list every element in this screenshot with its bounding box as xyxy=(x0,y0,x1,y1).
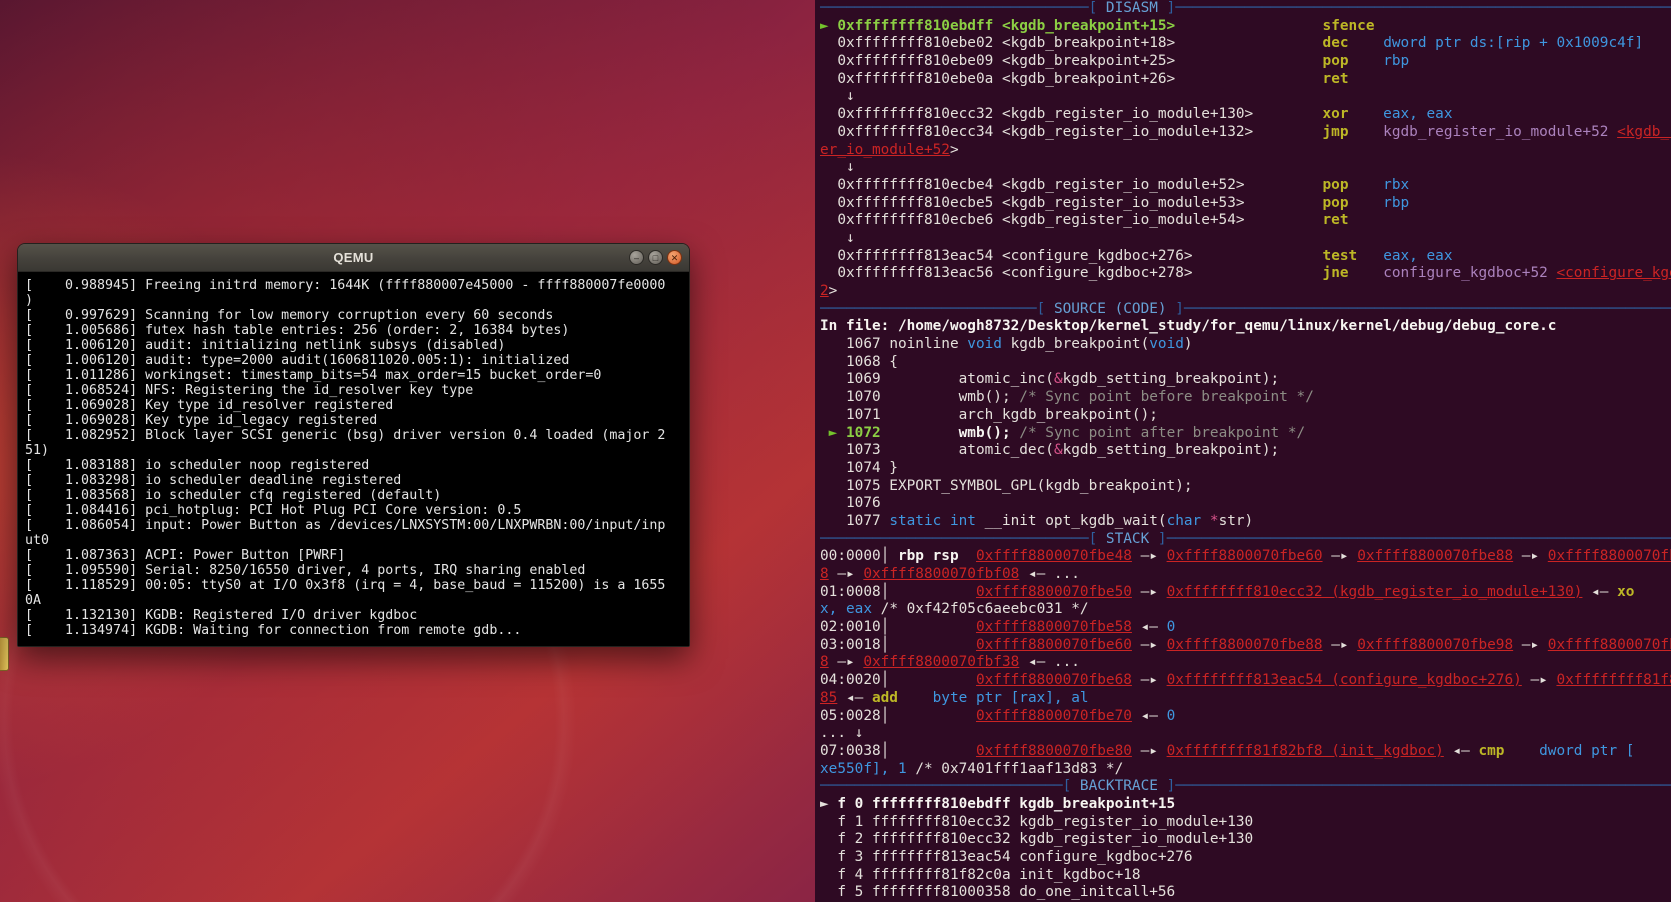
gdb-debugger-terminal[interactable]: ───────────────────────────────[ DISASM … xyxy=(815,0,1671,902)
disasm-row: ↓ xyxy=(820,159,855,176)
desktop-wallpaper: QEMU – □ ✕ [ 0.988945] Freeing initrd me… xyxy=(0,0,1671,902)
disasm-row: 2> xyxy=(820,283,838,299)
source-row: 1077 static int __init opt_kgdb_wait(cha… xyxy=(820,512,1254,529)
window-controls: – □ ✕ xyxy=(629,250,682,265)
source-row: 1073 atomic_dec(&kgdb_setting_breakpoint… xyxy=(820,442,1280,459)
backtrace-row: f 4 ffffffff81f82c0a init_kgdboc+18 xyxy=(820,866,1141,883)
section-source: ─────────────────────────[ SOURCE (CODE)… xyxy=(820,301,1671,531)
source-row: 1070 wmb(); /* Sync point before breakpo… xyxy=(820,389,1314,406)
stack-row: ... ↓ xyxy=(820,725,864,742)
backtrace-row: ► f 0 ffffffff810ebdff kgdb_breakpoint+1… xyxy=(820,795,1176,812)
source-row: 1074 } xyxy=(820,459,898,476)
stack-row: 05:0028│ 0xffff8800070fbe70 ◂— 0 xyxy=(820,707,1176,724)
stack-divider: ───────────────────────────────[ STACK ]… xyxy=(820,530,1671,547)
stack-row: 07:0038│ 0xffff8800070fbe80 —▸ 0xfffffff… xyxy=(820,742,1635,759)
disasm-row: 0xffffffff810ecc32 <kgdb_register_io_mod… xyxy=(820,106,1453,123)
disasm-row: ↓ xyxy=(820,88,855,105)
disasm-row: 0xffffffff810ecbe4 <kgdb_register_io_mod… xyxy=(820,176,1410,193)
backtrace-row: f 2 ffffffff810ecc32 kgdb_register_io_mo… xyxy=(820,831,1254,848)
source-divider: ─────────────────────────[ SOURCE (CODE)… xyxy=(820,300,1671,317)
disasm-row: ↓ xyxy=(820,229,855,246)
disasm-row: ► 0xffffffff810ebdff <kgdb_breakpoint+15… xyxy=(820,17,1375,34)
source-row: 1071 arch_kgdb_breakpoint(); xyxy=(820,406,1158,423)
minimize-button[interactable]: – xyxy=(629,250,644,265)
disasm-row: er_io_module+52> xyxy=(820,141,959,158)
disasm-row: 0xffffffff810ecbe6 <kgdb_register_io_mod… xyxy=(820,212,1349,229)
maximize-button[interactable]: □ xyxy=(648,250,663,265)
source-row: In file: /home/wogh8732/Desktop/kernel_s… xyxy=(820,318,1557,335)
section-disasm: ───────────────────────────────[ DISASM … xyxy=(820,0,1671,301)
stack-row: 00:0000│ rbp rsp 0xffff8800070fbe48 —▸ 0… xyxy=(820,548,1671,565)
window-title: QEMU xyxy=(333,250,374,265)
backtrace-row: f 5 ffffffff81000358 do_one_initcall+56 xyxy=(820,884,1176,901)
qemu-titlebar[interactable]: QEMU – □ ✕ xyxy=(18,244,689,272)
source-row: ► 1072 wmb(); /* Sync point after breakp… xyxy=(820,424,1306,441)
source-row: 1069 atomic_inc(&kgdb_setting_breakpoint… xyxy=(820,371,1280,388)
disasm-row: 0xffffffff810ebe09 <kgdb_breakpoint+25> … xyxy=(820,53,1410,70)
source-row: 1075 EXPORT_SYMBOL_GPL(kgdb_breakpoint); xyxy=(820,477,1193,494)
stack-row: 02:0010│ 0xffff8800070fbe58 ◂— 0 xyxy=(820,619,1176,636)
source-row: 1067 noinline void kgdb_breakpoint(void) xyxy=(820,336,1193,353)
disasm-row: 0xffffffff810ebe02 <kgdb_breakpoint+18> … xyxy=(820,35,1644,52)
backtrace-row: f 3 ffffffff813eac54 configure_kgdboc+27… xyxy=(820,849,1193,865)
launcher-icon-sliver[interactable] xyxy=(0,637,9,671)
backtrace-divider: ────────────────────────────[ BACKTRACE … xyxy=(820,778,1671,795)
section-backtrace: ────────────────────────────[ BACKTRACE … xyxy=(820,778,1671,902)
close-button[interactable]: ✕ xyxy=(667,250,682,265)
stack-row: 01:0008│ 0xffff8800070fbe50 —▸ 0xfffffff… xyxy=(820,583,1635,600)
stack-row: xe550f], 1 /* 0x7401fff1aaf13d83 */ xyxy=(820,760,1124,777)
stack-row: 85 ◂— add byte ptr [rax], al xyxy=(820,689,1089,706)
source-row: 1076 xyxy=(820,495,881,512)
qemu-serial-console[interactable]: [ 0.988945] Freeing initrd memory: 1644K… xyxy=(18,272,689,646)
stack-row: 8 —▸ 0xffff8800070fbf08 ◂— ... xyxy=(820,566,1080,582)
disasm-row: 0xffffffff810ecc34 <kgdb_register_io_mod… xyxy=(820,123,1671,140)
stack-row: 04:0020│ 0xffff8800070fbe68 —▸ 0xfffffff… xyxy=(820,672,1671,689)
disasm-row: 0xffffffff813eac54 <configure_kgdboc+276… xyxy=(820,247,1453,264)
backtrace-row: f 1 ffffffff810ecc32 kgdb_register_io_mo… xyxy=(820,813,1254,830)
stack-row: 03:0018│ 0xffff8800070fbe60 —▸ 0xffff880… xyxy=(820,636,1671,653)
qemu-window[interactable]: QEMU – □ ✕ [ 0.988945] Freeing initrd me… xyxy=(17,243,690,647)
disasm-row: 0xffffffff810ebe0a <kgdb_breakpoint+26> … xyxy=(820,70,1349,87)
stack-row: x, eax /* 0xf42f05c6aeebc031 */ xyxy=(820,601,1089,618)
disasm-row: 0xffffffff810ecbe5 <kgdb_register_io_mod… xyxy=(820,194,1410,211)
disasm-row: 0xffffffff813eac56 <configure_kgdboc+278… xyxy=(820,265,1671,282)
section-stack: ───────────────────────────────[ STACK ]… xyxy=(820,531,1671,779)
source-row: 1068 { xyxy=(820,353,898,370)
stack-row: 8 —▸ 0xffff8800070fbf38 ◂— ... xyxy=(820,654,1080,671)
disasm-divider: ───────────────────────────────[ DISASM … xyxy=(820,0,1671,16)
